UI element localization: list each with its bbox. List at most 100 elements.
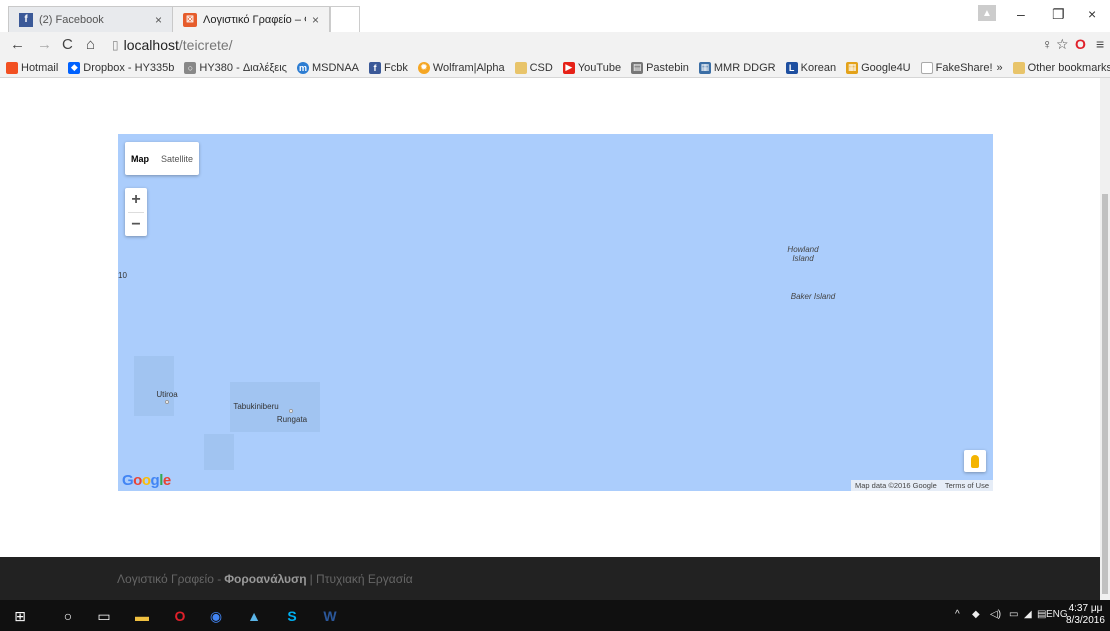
bookmark-wolfram[interactable]: ✹ Wolfram|Alpha (417, 61, 505, 74)
map-data-text: Map data ©2016 Google (854, 481, 937, 490)
bookmark-csd[interactable]: CSD (514, 61, 553, 74)
user-profile-icon[interactable]: ▲ (978, 5, 996, 21)
bookmark-dropbox[interactable]: ◆ Dropbox - HY335b (68, 61, 174, 74)
bookmark-youtube[interactable]: ▶ YouTube (562, 61, 621, 74)
close-icon[interactable]: × (312, 13, 319, 27)
footer-brand[interactable]: Φοροανάλυση (224, 572, 306, 586)
map-type-map-button[interactable]: Map (125, 142, 155, 175)
bookmark-fakeshare[interactable]: FakeShare! (920, 61, 993, 74)
tab-facebook[interactable]: f (2) Facebook × (8, 6, 173, 32)
facebook-icon: f (369, 61, 382, 74)
chrome-taskbar-icon[interactable]: ◉ (206, 606, 226, 626)
site-icon: ⊠ (183, 12, 197, 27)
folder-icon (514, 61, 527, 74)
close-icon[interactable]: × (155, 13, 162, 27)
msdn-icon: m (296, 61, 309, 74)
windows-icon (6, 61, 18, 74)
map-label-utiroa: Utiroa (156, 390, 178, 399)
other-bookmarks-button[interactable]: Other bookmarks (1012, 61, 1110, 74)
youtube-icon: ▶ (562, 61, 575, 74)
scrollbar-thumb[interactable] (1102, 194, 1108, 594)
new-tab-button[interactable] (330, 6, 360, 32)
dropbox-icon: ◆ (68, 61, 81, 74)
url-host: localhost (123, 37, 179, 53)
bookmarks-bar: Hotmail ◆ Dropbox - HY335b ○ HY380 - Διαλέ… (0, 58, 1110, 78)
google4u-icon: ▦ (846, 61, 859, 74)
map-label-edge: 10 (118, 271, 127, 280)
zoom-out-button[interactable]: − (125, 213, 147, 237)
volume-icon[interactable]: ◁) (990, 609, 1001, 620)
footer-suffix: | Πτυχιακή Εργασία (309, 571, 413, 586)
opera-icon[interactable]: O (1075, 36, 1086, 52)
dropbox-tray-icon[interactable]: ◆ (972, 609, 980, 620)
url-path: /teicrete/ (178, 37, 233, 53)
key-icon[interactable]: ♀ (1042, 36, 1053, 52)
google-logo: Google (122, 472, 171, 489)
photos-taskbar-icon[interactable]: ▲ (244, 606, 264, 626)
pastebin-icon: ▤ (631, 61, 644, 74)
bookmark-hy380[interactable]: ○ HY380 - Διαλέξεις (184, 61, 287, 74)
wolfram-icon: ✹ (417, 61, 430, 74)
folder-icon (1012, 61, 1025, 74)
task-view-icon[interactable]: ▭ (94, 606, 114, 626)
star-icon[interactable]: ☆ (1056, 36, 1069, 53)
browser-toolbar: ← → C ⌂ ▯ localhost/teicrete/ ♀ ☆ O ≡ (0, 32, 1110, 58)
battery-icon[interactable]: ▭ (1009, 609, 1018, 620)
language-indicator[interactable]: ENG (1046, 609, 1068, 620)
restore-icon[interactable]: ❐ (1052, 6, 1065, 23)
address-bar[interactable]: ▯ localhost/teicrete/ (112, 35, 1012, 55)
street-view-pegman-button[interactable] (964, 450, 986, 472)
minimize-icon[interactable]: – (1017, 6, 1025, 22)
start-windows-icon[interactable]: ⊞ (10, 606, 30, 626)
page-scrollbar[interactable] (1100, 78, 1110, 600)
place-marker (289, 409, 293, 413)
mmr-icon: ▦ (698, 61, 711, 74)
search-icon[interactable]: ○ (58, 606, 78, 626)
atoll-shape (134, 356, 174, 416)
page-content: Map Satellite + − Howland Island Baker I… (0, 78, 1100, 600)
opera-taskbar-icon[interactable]: O (170, 606, 190, 626)
bookmark-mmr-ddgr[interactable]: ▦ MMR DDGR (698, 61, 776, 74)
back-icon[interactable]: ← (10, 36, 25, 53)
map-type-control: Map Satellite (125, 142, 200, 175)
google-map[interactable]: Map Satellite + − Howland Island Baker I… (118, 134, 993, 491)
reload-icon[interactable]: C (62, 36, 73, 53)
menu-icon[interactable]: ≡ (1096, 36, 1104, 52)
bookmark-pastebin[interactable]: ▤ Pastebin (631, 61, 689, 74)
map-label-rungata: Rungata (276, 415, 308, 424)
windows-taskbar: ⊞ ○ ▭ ▬ O ◉ ▲ S W ^ ◆ ◁) ▭ ◢ ▤ ENG 4:37 … (0, 600, 1110, 631)
clock-date: 8/3/2016 (1066, 615, 1105, 626)
clock-time: 4:37 μμ (1068, 603, 1103, 614)
page-icon: ▯ (112, 38, 119, 52)
korean-icon: L (785, 61, 798, 74)
close-window-icon[interactable]: × (1088, 6, 1096, 22)
bookmark-hotmail[interactable]: Hotmail (6, 61, 58, 74)
forward-icon[interactable]: → (37, 36, 52, 53)
word-taskbar-icon[interactable]: W (320, 606, 340, 626)
browser-titlebar: f (2) Facebook × ⊠ Λογιστικό Γραφείο – Φ… (0, 0, 1110, 32)
zoom-in-button[interactable]: + (125, 188, 147, 212)
terms-of-use-link[interactable]: Terms of Use (945, 481, 989, 490)
map-label-tabukiniberu: Tabukiniberu (233, 402, 279, 411)
page-icon (920, 61, 933, 74)
bookmarks-overflow-button[interactable]: » (997, 62, 1003, 74)
bird-icon: ○ (184, 61, 197, 74)
facebook-icon: f (19, 12, 33, 27)
skype-taskbar-icon[interactable]: S (282, 606, 302, 626)
map-type-satellite-button[interactable]: Satellite (155, 142, 199, 175)
zoom-control: + − (125, 188, 147, 236)
wifi-icon[interactable]: ◢ (1024, 609, 1032, 620)
map-label-baker-island: Baker Island (790, 292, 836, 301)
clock[interactable]: 4:37 μμ 8/3/2016 (1066, 603, 1105, 627)
chevron-up-icon[interactable]: ^ (955, 609, 960, 620)
tab-title: (2) Facebook (39, 13, 104, 26)
home-icon[interactable]: ⌂ (86, 36, 95, 53)
file-explorer-icon[interactable]: ▬ (132, 606, 152, 626)
place-marker (165, 400, 169, 404)
bookmark-fcbk[interactable]: f Fcbk (369, 61, 408, 74)
bookmark-google4u[interactable]: ▦ Google4U (846, 61, 911, 74)
bookmark-korean[interactable]: L Korean (785, 61, 836, 74)
tab-accounting-office[interactable]: ⊠ Λογιστικό Γραφείο – Φορ × (172, 6, 330, 32)
page-footer: Λογιστικό Γραφείο - Φοροανάλυση | Πτυχια… (0, 557, 1100, 600)
bookmark-msdnaa[interactable]: m MSDNAA (296, 61, 359, 74)
